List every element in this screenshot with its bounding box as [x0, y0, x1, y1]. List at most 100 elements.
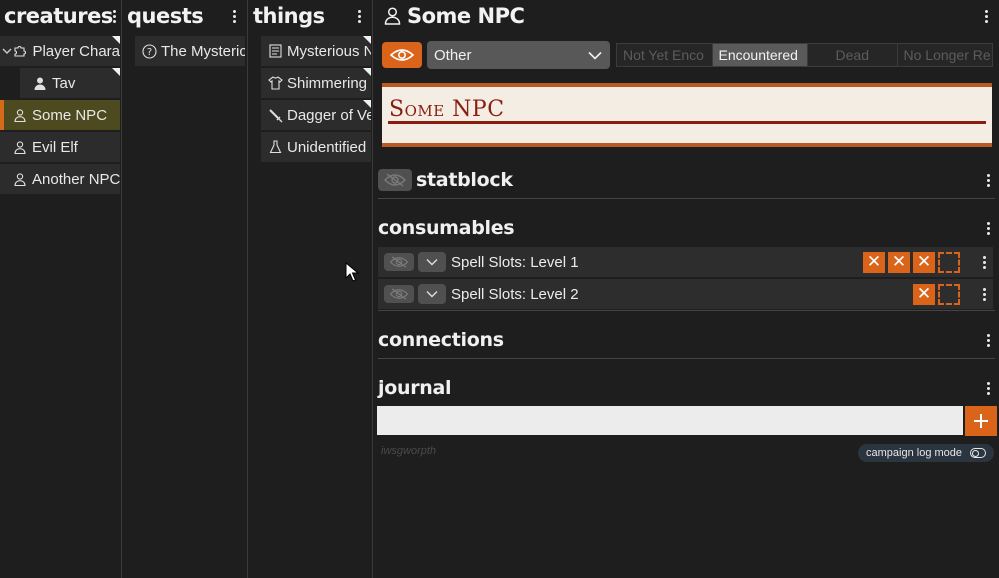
- slot-used-checkbox[interactable]: ✕: [913, 251, 935, 273]
- chevron-down-icon: [426, 290, 438, 298]
- journal-menu-icon[interactable]: [981, 379, 995, 397]
- list-item-label: Shimmering: [287, 74, 368, 92]
- npc-card-rule: [388, 121, 986, 124]
- section-divider: [378, 358, 995, 359]
- consumables-title: consumables: [378, 217, 515, 239]
- list-item-player-characters[interactable]: Player Chara: [0, 36, 120, 66]
- corner-marker: [112, 36, 120, 44]
- consumable-visibility-button[interactable]: [384, 253, 414, 271]
- creatures-column: creatures Player Chara Tav Some NPC Evil…: [0, 0, 122, 578]
- list-item-tav[interactable]: Tav: [20, 68, 120, 98]
- list-item-thing[interactable]: Unidentified: [261, 132, 371, 162]
- list-item-quest[interactable]: ? The Mysteric: [135, 36, 245, 66]
- list-item-label: Mysterious N: [287, 42, 371, 60]
- slot-used-checkbox[interactable]: ✕: [913, 283, 935, 305]
- journal-entry-input[interactable]: [377, 406, 963, 435]
- slot-used-checkbox[interactable]: ✕: [863, 251, 885, 273]
- slot-available-checkbox[interactable]: [938, 283, 960, 305]
- creatures-header: creatures: [0, 0, 121, 32]
- connections-title: connections: [378, 329, 504, 351]
- status-option-encountered[interactable]: Encountered: [712, 44, 808, 66]
- detail-header: Some NPC: [374, 0, 999, 32]
- svg-text:?: ?: [146, 47, 151, 58]
- things-column: things Mysterious N Shimmering Dagger of…: [249, 0, 373, 578]
- page-title: Some NPC: [407, 4, 525, 28]
- category-select[interactable]: Other: [427, 41, 610, 69]
- status-option-not-yet-encountered[interactable]: Not Yet Enco: [617, 44, 713, 66]
- campaign-log-mode-toggle[interactable]: campaign log mode: [858, 444, 994, 462]
- section-divider: [378, 310, 995, 311]
- consumable-row: Spell Slots: Level 2 ✕: [378, 279, 993, 309]
- consumables-menu-icon[interactable]: [981, 219, 995, 237]
- list-item-label: Dagger of Ve: [287, 106, 371, 124]
- statblock-visibility-button[interactable]: [378, 169, 412, 191]
- consumable-expand-button[interactable]: [418, 252, 446, 272]
- npc-card-name: Some NPC: [389, 97, 505, 122]
- slot-used-checkbox[interactable]: ✕: [888, 251, 910, 273]
- consumable-label: Spell Slots: Level 2: [451, 285, 579, 303]
- status-option-no-longer-relevant[interactable]: No Longer Re: [898, 44, 993, 66]
- eye-off-icon: [389, 288, 409, 300]
- person-icon: [384, 7, 401, 25]
- list-item-thing[interactable]: Shimmering: [261, 68, 371, 98]
- things-menu-icon[interactable]: [352, 7, 366, 25]
- things-header: things: [249, 0, 372, 32]
- connections-menu-icon[interactable]: [981, 331, 995, 349]
- scroll-icon: [267, 43, 283, 59]
- list-item-label: Some NPC: [32, 106, 108, 124]
- visibility-toggle-button[interactable]: [382, 42, 422, 68]
- chevron-down-icon: [588, 51, 602, 60]
- npc-name-card: Some NPC: [382, 83, 992, 147]
- corner-marker: [112, 68, 120, 76]
- list-item-some-npc[interactable]: Some NPC: [0, 100, 120, 130]
- consumable-menu-icon[interactable]: [977, 253, 991, 271]
- chevron-down-icon: [426, 258, 438, 266]
- category-select-value: Other: [434, 46, 472, 64]
- things-title: things: [253, 4, 325, 28]
- person-icon: [12, 107, 28, 123]
- toggle-icon: [970, 448, 986, 458]
- detail-menu-icon[interactable]: [979, 7, 993, 25]
- campaign-log-mode-label: campaign log mode: [866, 447, 963, 459]
- list-item-thing[interactable]: Dagger of Ve: [261, 100, 371, 130]
- person-icon: [12, 171, 28, 187]
- list-item-label: Tav: [52, 74, 76, 92]
- consumable-menu-icon[interactable]: [977, 285, 991, 303]
- list-item-label: The Mysteric: [161, 42, 245, 60]
- slot-available-checkbox[interactable]: [938, 251, 960, 273]
- list-item-another-npc[interactable]: Another NPC: [0, 164, 120, 194]
- plus-icon: [972, 412, 990, 430]
- flask-icon: [267, 139, 283, 155]
- person-filled-icon: [32, 75, 48, 91]
- list-item-label: Unidentified: [287, 138, 367, 156]
- consumable-label: Spell Slots: Level 1: [451, 253, 579, 271]
- creatures-title: creatures: [4, 4, 113, 28]
- chevron-down-icon[interactable]: [2, 47, 12, 55]
- consumables-section-header: consumables: [378, 214, 995, 242]
- journal-title: journal: [378, 377, 452, 399]
- quests-header: quests: [123, 0, 247, 32]
- corner-marker: [363, 36, 371, 44]
- list-item-label: Player Chara: [32, 42, 120, 60]
- corner-marker: [363, 68, 371, 76]
- detail-controls: Other Not Yet Enco Encountered Dead No L…: [382, 40, 993, 70]
- status-segmented-control: Not Yet Enco Encountered Dead No Longer …: [616, 43, 993, 67]
- consumable-visibility-button[interactable]: [384, 285, 414, 303]
- quests-menu-icon[interactable]: [227, 7, 241, 25]
- statblock-section-header: statblock: [378, 166, 995, 194]
- list-item-evil-elf[interactable]: Evil Elf: [0, 132, 120, 162]
- list-item-thing[interactable]: Mysterious N: [261, 36, 371, 66]
- person-icon: [12, 139, 28, 155]
- consumable-expand-button[interactable]: [418, 284, 446, 304]
- status-option-dead[interactable]: Dead: [808, 44, 898, 66]
- list-item-label: Another NPC: [32, 170, 120, 188]
- dagger-icon: [267, 107, 283, 123]
- puzzle-icon: [12, 43, 28, 59]
- statblock-menu-icon[interactable]: [981, 171, 995, 189]
- quests-column: quests ? The Mysteric: [123, 0, 248, 578]
- creatures-menu-icon[interactable]: [112, 7, 116, 25]
- quests-title: quests: [127, 4, 204, 28]
- add-journal-entry-button[interactable]: [965, 406, 997, 436]
- connections-section-header: connections: [378, 326, 995, 354]
- mouse-cursor-icon: [345, 261, 360, 286]
